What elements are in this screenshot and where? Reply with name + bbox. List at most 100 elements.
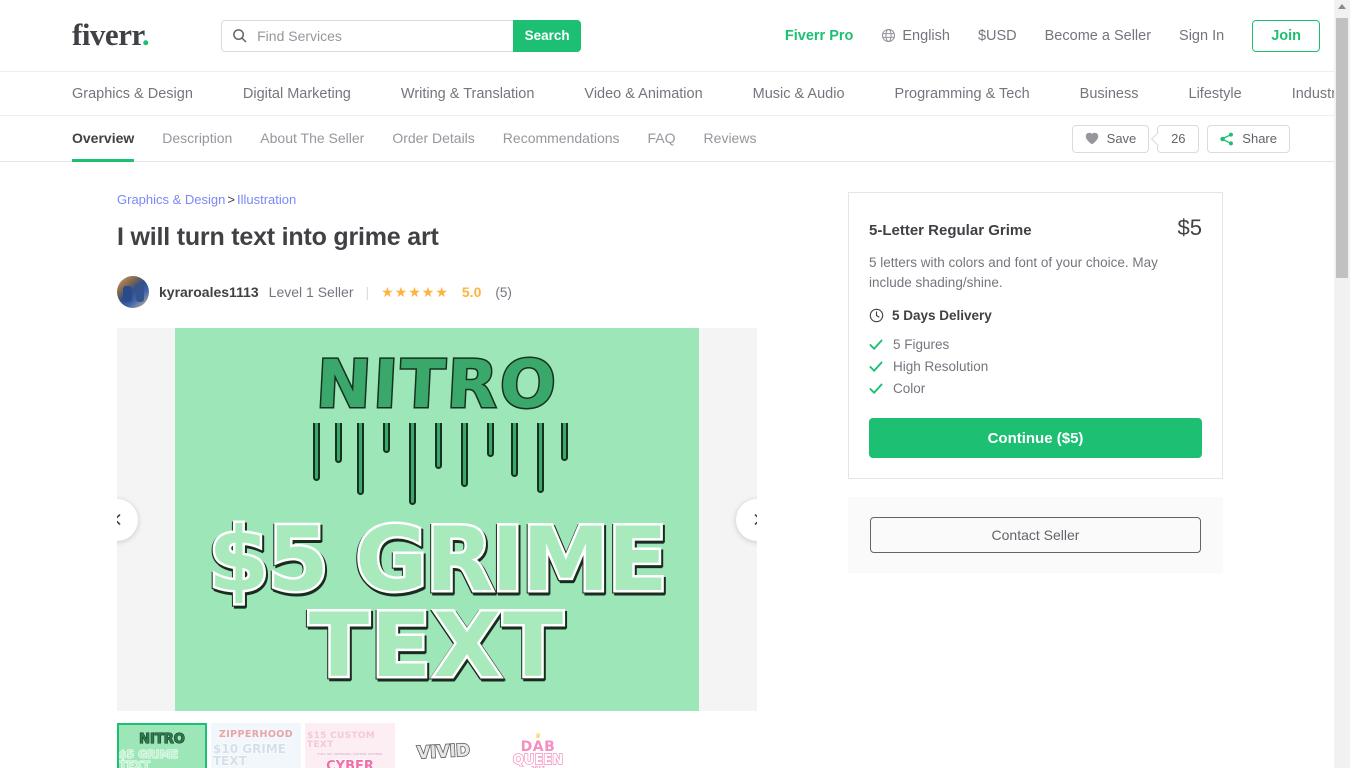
save-button[interactable]: Save: [1071, 124, 1150, 153]
thumbnail-line2: $10 GRIME TEXT: [213, 741, 286, 768]
package-card: 5-Letter Regular Grime $5 5 letters with…: [848, 192, 1223, 480]
share-button-label: Share: [1242, 131, 1277, 146]
gig-actions: Save 26 Share: [1071, 116, 1350, 161]
thumbnail-zipperhood[interactable]: ZIPPERHOOD $10 GRIME TEXT ITALIC | MONST…: [211, 723, 301, 768]
tab-faq[interactable]: FAQ: [648, 116, 676, 162]
thumbnail-line3: FULL 3D | DETAILED, CAPITAL LETTERS: [317, 751, 383, 756]
thumbnail-line1: NITRO: [139, 732, 186, 747]
thumbnail-line1: DAB: [520, 738, 556, 755]
rating-stars: ★★★★★: [381, 283, 449, 300]
thumbnail-line2: QUEEN: [512, 752, 564, 768]
gallery-thumbnail-strip: NITRO $5 GRIME TEXT ZIPPERHOOD $10 GRIME…: [117, 723, 745, 768]
join-button[interactable]: Join: [1252, 19, 1320, 52]
tab-description[interactable]: Description: [162, 116, 232, 162]
seller-level: Level 1 Seller: [268, 284, 354, 300]
package-header: 5-Letter Regular Grime $5: [869, 215, 1202, 241]
thumbnail-line2: CYBER: [326, 758, 375, 768]
rating-count: (5): [495, 284, 512, 300]
slide-top-text: NITRO: [313, 345, 562, 425]
breadcrumb-child-link[interactable]: Illustration: [237, 192, 296, 207]
catnav-item-programming-tech[interactable]: Programming & Tech: [895, 86, 1055, 102]
seller-info-row: kyraroales1113 Level 1 Seller | ★★★★★ 5.…: [117, 276, 745, 308]
continue-button[interactable]: Continue ($5): [869, 418, 1202, 459]
main-content: Graphics & Design > Illustration I will tu…: [0, 162, 1350, 768]
tab-overview[interactable]: Overview: [72, 116, 135, 162]
thumbnail-nitro[interactable]: NITRO $5 GRIME TEXT: [117, 723, 207, 768]
page-root: fiverr. Search Fiverr Pro: [0, 0, 1350, 768]
gallery-slide[interactable]: NITRO $5 GRIME TEXT: [175, 328, 699, 711]
gig-right-column: 5-Letter Regular Grime $5 5 letters with…: [848, 192, 1223, 768]
search-input-wrap[interactable]: [221, 19, 514, 52]
header-link-label: Become a Seller: [1044, 27, 1152, 44]
package-feature-label: Color: [893, 381, 926, 397]
site-header: fiverr. Search Fiverr Pro: [0, 0, 1350, 72]
catnav-item-writing-translation[interactable]: Writing & Translation: [401, 86, 560, 102]
header-link-label: $USD: [977, 27, 1017, 44]
avatar[interactable]: [117, 276, 149, 308]
header-link-label: English: [902, 27, 950, 44]
tab-order-details[interactable]: Order Details: [392, 116, 474, 162]
thumbnail-cyber[interactable]: $15 CUSTOM TEXT FULL 3D | DETAILED, CAPI…: [305, 723, 395, 768]
check-icon: [869, 383, 883, 394]
package-feature-item: High Resolution: [869, 359, 1202, 374]
search-button[interactable]: Search: [513, 19, 582, 52]
seller-name[interactable]: kyraroales1113: [159, 284, 259, 300]
thumbnail-line2: $5 GRIME TEXT: [119, 748, 179, 768]
check-icon: [869, 361, 883, 372]
package-feature-item: Color: [869, 381, 1202, 396]
catnav-item-graphics-design[interactable]: Graphics & Design: [72, 86, 218, 102]
slide-bottom-text: TEXT: [306, 594, 565, 697]
thumbnail-vivid[interactable]: VIVID: [399, 723, 489, 768]
slide-mid-text: $5 GRIME: [206, 508, 671, 611]
package-price: $5: [1177, 215, 1202, 240]
header-link-fiverr-pro[interactable]: Fiverr Pro: [771, 28, 868, 44]
header-link-language[interactable]: English: [867, 28, 964, 44]
catnav-item-digital-marketing[interactable]: Digital Marketing: [243, 86, 376, 102]
tab-about-the-seller[interactable]: About The Seller: [260, 116, 364, 162]
catnav-item-lifestyle[interactable]: Lifestyle: [1189, 86, 1267, 102]
search-icon: [233, 29, 247, 43]
tab-recommendations[interactable]: Recommendations: [503, 116, 620, 162]
catnav-item-video-animation[interactable]: Video & Animation: [584, 86, 727, 102]
scroll-up-arrow-icon[interactable]: [1338, 4, 1346, 9]
thumbnail-line1: VIVID: [416, 739, 472, 763]
gig-left-column: Graphics & Design > Illustration I will tu…: [0, 192, 757, 768]
package-delivery-label: 5 Days Delivery: [892, 308, 992, 324]
logo-dot: .: [141, 16, 150, 52]
seller-divider: |: [365, 284, 370, 300]
gig-tab-bar: Overview Description About The Seller Or…: [0, 116, 1350, 162]
gallery-next-button[interactable]: [736, 498, 757, 541]
gallery-prev-button[interactable]: [117, 498, 138, 541]
category-nav: Graphics & Design Digital Marketing Writ…: [0, 72, 1350, 116]
breadcrumb-separator: >: [227, 192, 235, 207]
scrollbar-thumb[interactable]: [1336, 18, 1348, 278]
catnav-item-business[interactable]: Business: [1080, 86, 1164, 102]
search-input[interactable]: [255, 26, 504, 45]
fiverr-logo[interactable]: fiverr.: [72, 16, 150, 52]
breadcrumb-parent-link[interactable]: Graphics & Design: [117, 192, 225, 207]
chevron-right-icon: [754, 514, 757, 525]
save-count-badge: 26: [1157, 124, 1200, 153]
page-scrollbar[interactable]: [1334, 0, 1350, 768]
package-description: 5 letters with colors and font of your c…: [869, 255, 1158, 290]
package-title: 5-Letter Regular Grime: [869, 222, 1032, 239]
header-link-sign-in[interactable]: Sign In: [1165, 28, 1238, 44]
check-icon: [869, 339, 883, 350]
gig-gallery: NITRO $5 GRIME TEXT: [117, 328, 757, 711]
share-icon: [1220, 132, 1234, 145]
thumbnail-line1: $15 CUSTOM TEXT: [307, 730, 376, 750]
package-feature-item: 5 Figures: [869, 337, 1202, 352]
header-link-label: Sign In: [1179, 27, 1225, 44]
tab-reviews[interactable]: Reviews: [704, 116, 757, 162]
header-link-become-a-seller[interactable]: Become a Seller: [1031, 28, 1165, 44]
header-link-label: Fiverr Pro: [784, 27, 854, 44]
package-features: 5 Figures High Resolution Color: [869, 337, 1202, 396]
package-feature-label: High Resolution: [893, 359, 989, 375]
header-link-currency[interactable]: $USD: [964, 28, 1031, 44]
thumbnail-line1: ZIPPERHOOD: [218, 729, 294, 741]
contact-seller-button[interactable]: Contact Seller: [870, 517, 1201, 554]
thumbnail-dab-queen[interactable]: ♛ DAB QUEEN 2017: [493, 723, 583, 768]
contact-seller-panel: Contact Seller: [848, 497, 1223, 574]
catnav-item-music-audio[interactable]: Music & Audio: [753, 86, 870, 102]
share-button[interactable]: Share: [1207, 124, 1290, 153]
